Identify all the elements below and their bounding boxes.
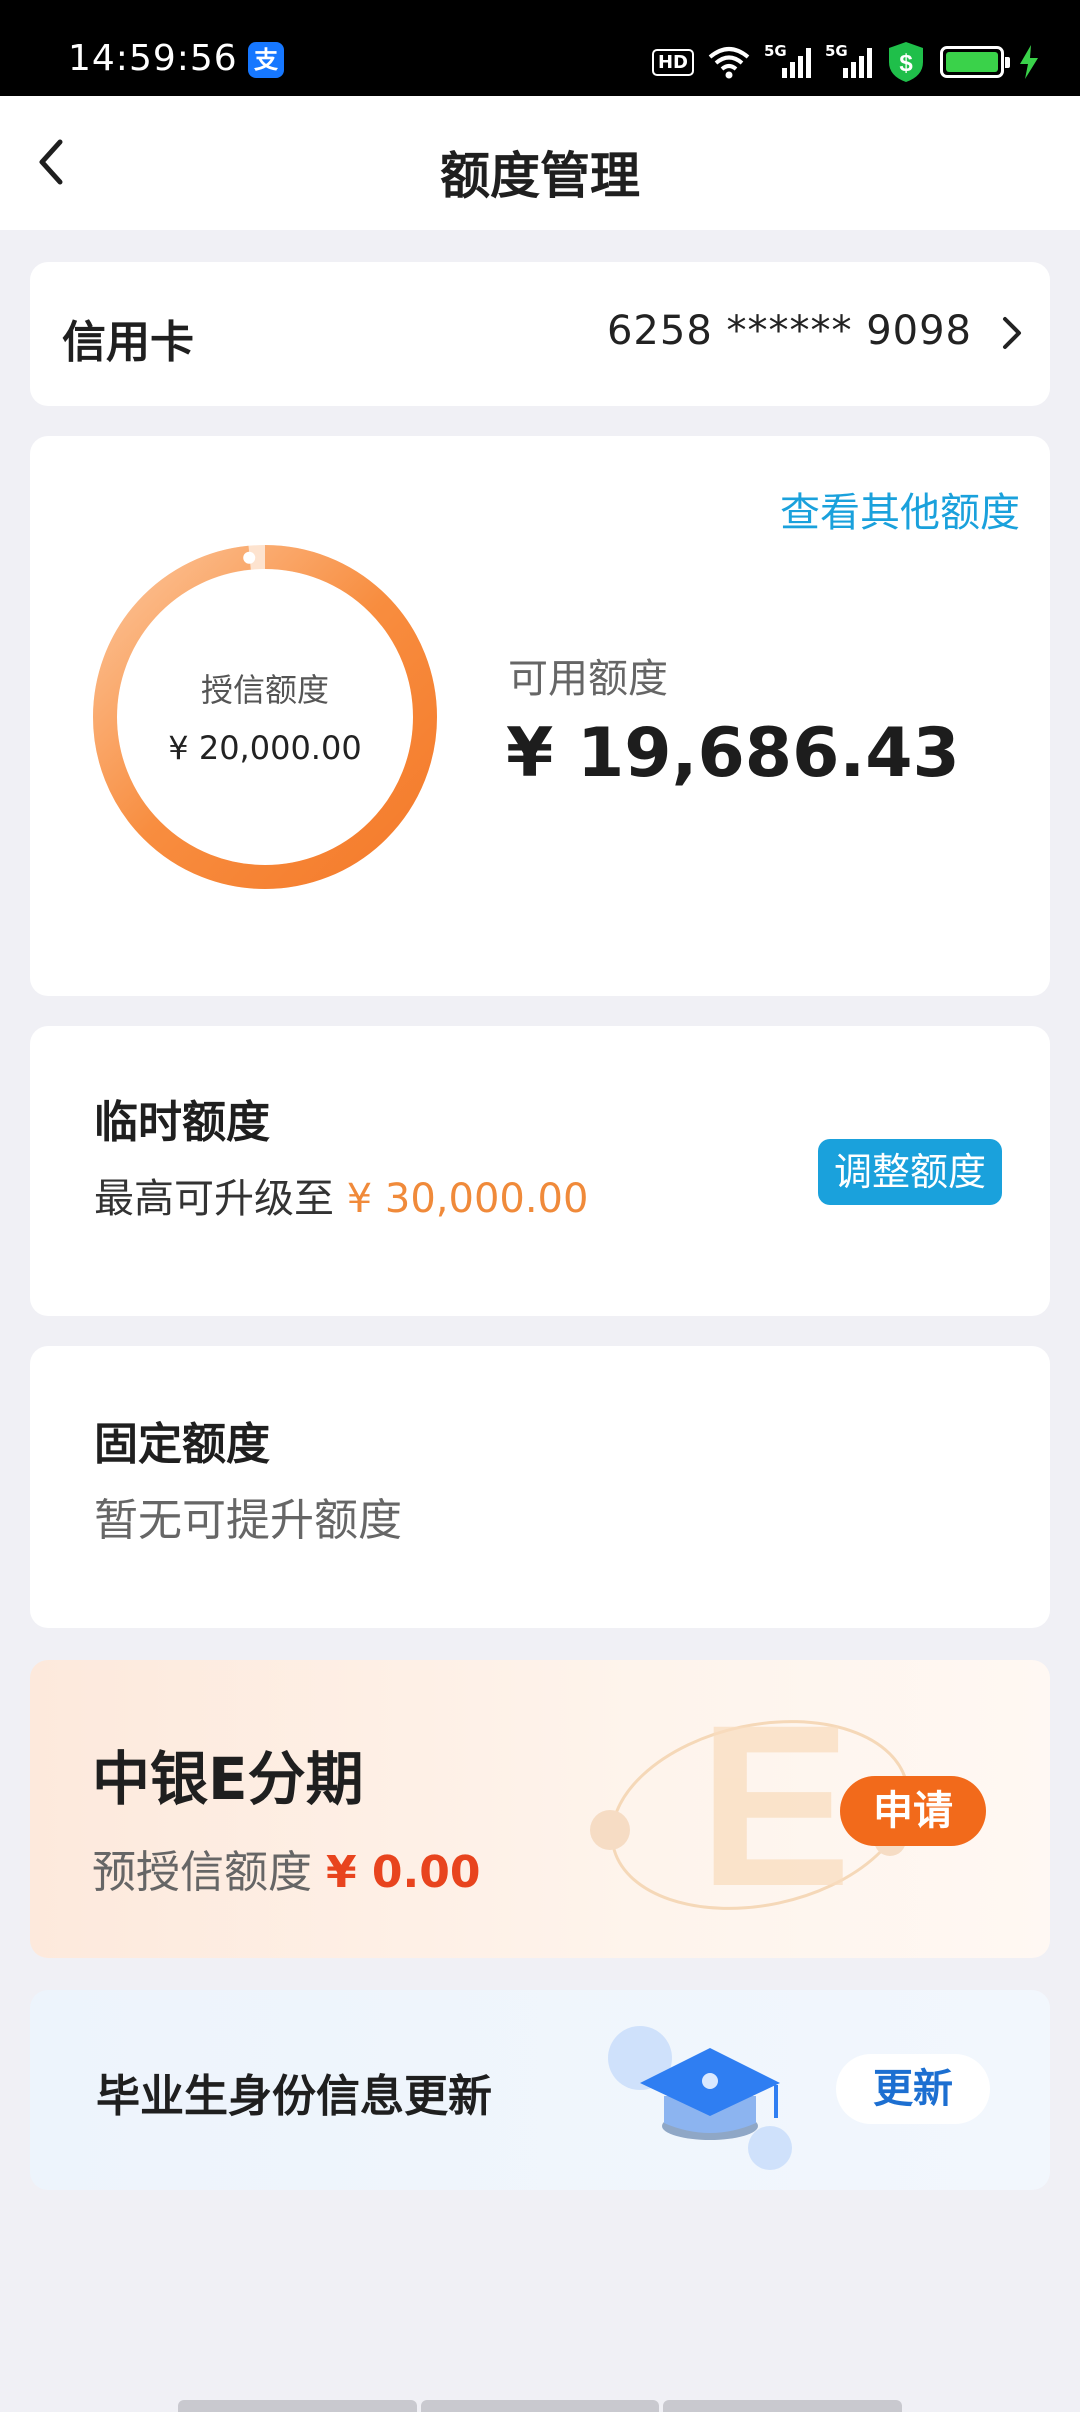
granted-limit-value: ¥ 20,000.00 bbox=[168, 729, 362, 767]
available-limit-label: 可用额度 bbox=[508, 656, 668, 702]
signal-icon-2: 5G bbox=[825, 42, 872, 78]
wifi-icon bbox=[708, 47, 750, 79]
view-other-limits-link[interactable]: 查看其他额度 bbox=[780, 480, 1020, 538]
fixed-limit-subtitle: 暂无可提升额度 bbox=[94, 1495, 402, 1546]
fixed-limit-title: 固定额度 bbox=[94, 1419, 270, 1470]
temporary-limit-amount: ¥ 30,000.00 bbox=[346, 1176, 589, 1222]
svg-text:E: E bbox=[698, 1680, 851, 1934]
installment-card: E 中银E分期 预授信额度 ¥ 0.00 申请 bbox=[30, 1660, 1050, 1958]
alipay-icon: 支 bbox=[248, 42, 284, 78]
card-number: 6258 ****** 9098 bbox=[606, 308, 972, 354]
temporary-limit-subtitle: 最高可升级至 ¥ 30,000.00 bbox=[94, 1176, 589, 1222]
status-time: 14:59:56 bbox=[68, 38, 238, 79]
credit-card-selector[interactable]: 信用卡 6258 ****** 9098 bbox=[30, 262, 1050, 406]
graduation-cap-icon bbox=[608, 2026, 792, 2170]
status-icons: HD 5G 5G $ bbox=[651, 42, 1040, 82]
home-indicator bbox=[178, 2400, 903, 2412]
hd-icon: HD bbox=[651, 48, 694, 76]
temporary-limit-title: 临时额度 bbox=[94, 1097, 270, 1148]
graduate-update-card: 毕业生身份信息更新 更新 bbox=[30, 1990, 1050, 2190]
security-shield-icon: $ bbox=[889, 42, 923, 82]
page-title: 额度管理 bbox=[440, 147, 640, 205]
adjust-limit-button[interactable]: 调整额度 bbox=[817, 1139, 1002, 1205]
card-type-label: 信用卡 bbox=[62, 317, 194, 368]
installment-title: 中银E分期 bbox=[92, 1745, 364, 1813]
temporary-limit-card: 临时额度 最高可升级至 ¥ 30,000.00 调整额度 bbox=[30, 1026, 1050, 1316]
status-bar: 14:59:56 支 HD 5G 5G $ bbox=[0, 0, 1080, 96]
update-button[interactable]: 更新 bbox=[836, 2054, 990, 2124]
graduate-update-title: 毕业生身份信息更新 bbox=[96, 2071, 492, 2122]
available-limit-value: ¥ 19,686.43 bbox=[506, 714, 960, 793]
battery-icon bbox=[940, 46, 1010, 78]
chevron-right-icon bbox=[1003, 317, 1021, 349]
granted-limit-label: 授信额度 bbox=[200, 671, 329, 709]
nav-bar: 额度管理 bbox=[0, 96, 1080, 230]
credit-limit-card: 查看其他额度 授信额度 ¥ 20,000.00 可用额度 ¥ 19,686.43 bbox=[30, 436, 1050, 996]
installment-subtitle: 预授信额度 ¥ 0.00 bbox=[92, 1847, 481, 1898]
fixed-limit-card: 固定额度 暂无可提升额度 bbox=[30, 1346, 1050, 1628]
installment-amount: ¥ 0.00 bbox=[326, 1847, 481, 1898]
signal-icon: 5G bbox=[764, 42, 811, 78]
svg-text:$: $ bbox=[899, 50, 913, 77]
charging-icon bbox=[1020, 45, 1038, 79]
apply-button[interactable]: 申请 bbox=[840, 1776, 986, 1846]
